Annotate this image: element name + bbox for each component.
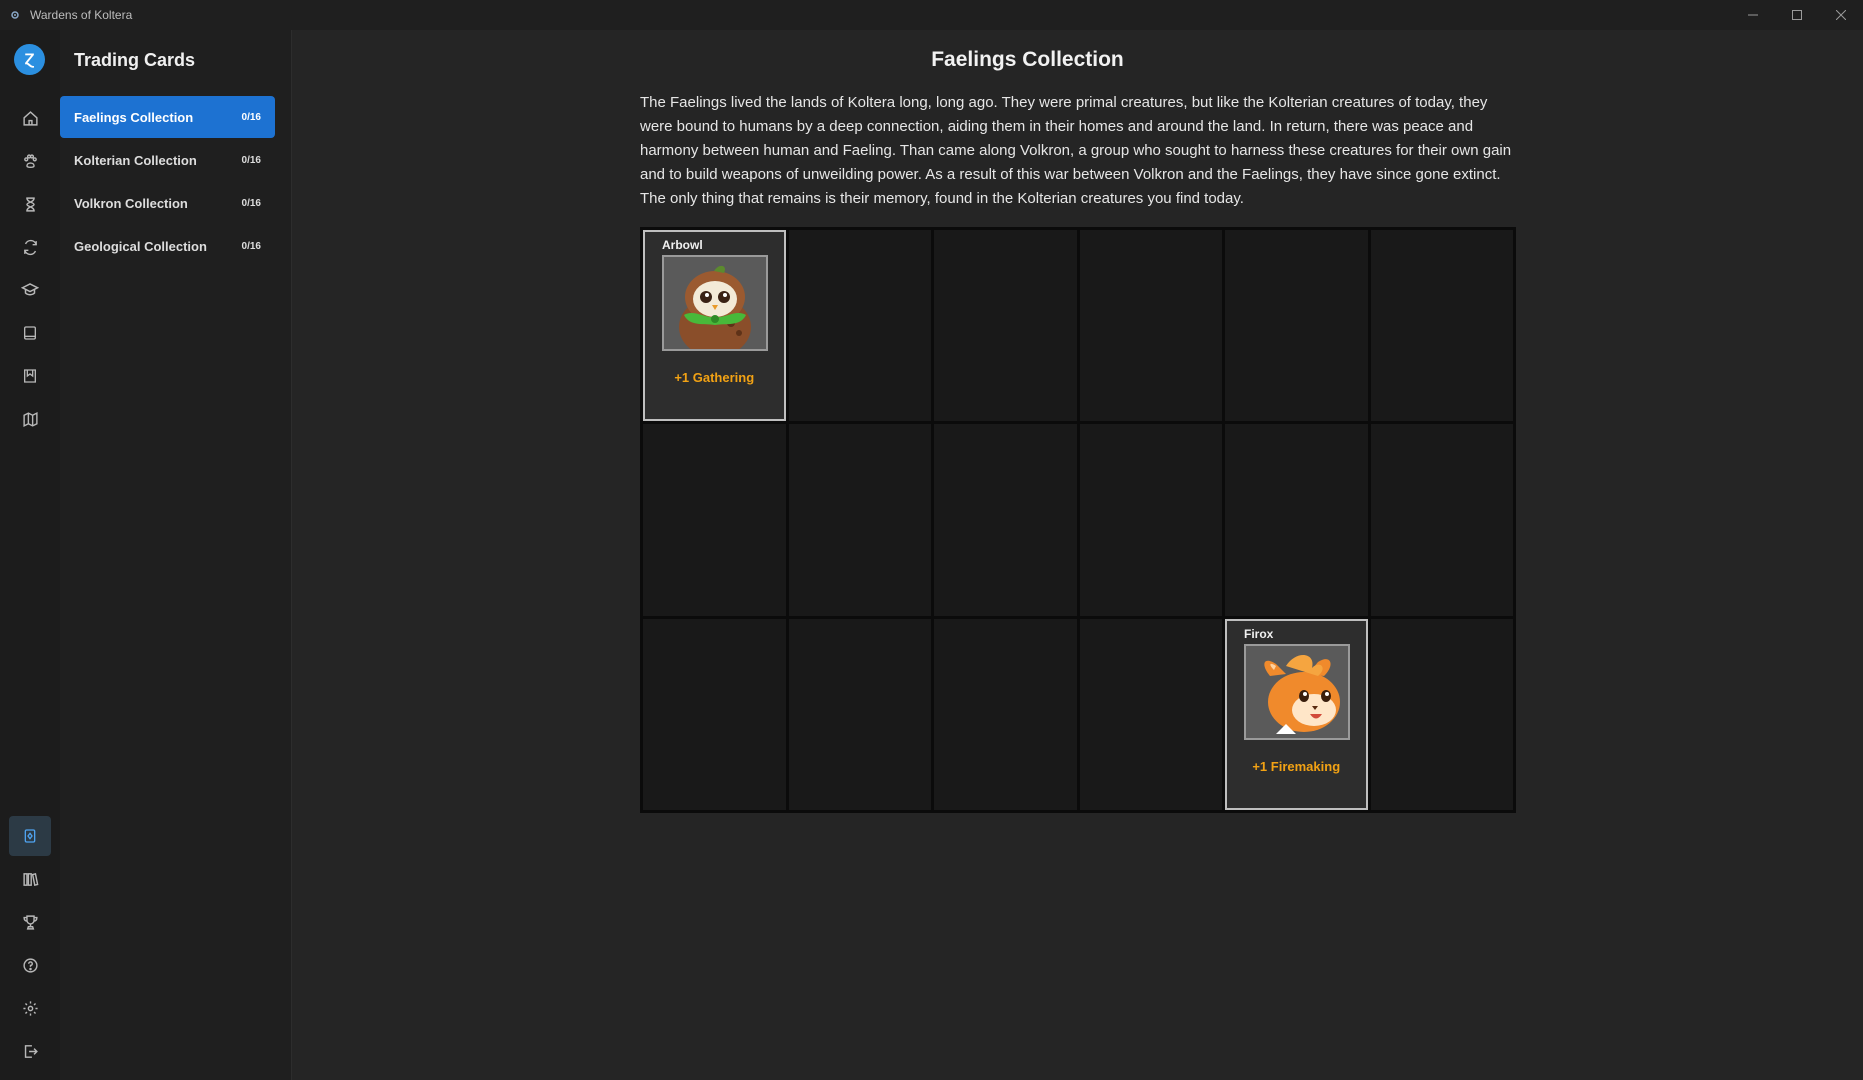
card-slot xyxy=(934,618,1077,810)
title-bar: Wardens of Koltera xyxy=(0,0,1863,30)
map-icon[interactable] xyxy=(9,399,51,439)
window-controls xyxy=(1731,0,1863,30)
collection-count: 0/16 xyxy=(241,197,261,209)
bookmark-book-icon[interactable] xyxy=(9,356,51,396)
minimize-icon[interactable] xyxy=(1731,0,1775,30)
sidebar-title: Trading Cards xyxy=(74,50,196,70)
collection-description: The Faelings lived the lands of Koltera … xyxy=(640,94,1512,207)
close-icon[interactable] xyxy=(1819,0,1863,30)
card-slot xyxy=(1225,230,1368,422)
library-icon[interactable] xyxy=(9,859,51,899)
sidebar-item-geological[interactable]: Geological Collection 0/16 xyxy=(60,225,275,267)
collection-count: 0/16 xyxy=(241,154,261,166)
collection-label: Faelings Collection xyxy=(74,109,194,125)
card-slot xyxy=(643,618,786,810)
app-logo[interactable]: Ɀ xyxy=(14,44,45,75)
sidebar-item-faelings[interactable]: Faelings Collection 0/16 xyxy=(60,96,275,138)
card-slot: Firox +1 Firemaking xyxy=(1225,618,1368,810)
app-window: Wardens of Koltera Ɀ Trading Cards Faeli… xyxy=(0,0,1863,1080)
icon-rail: Ɀ xyxy=(0,30,60,1080)
card-firox[interactable]: Firox +1 Firemaking xyxy=(1225,618,1368,810)
card-slot xyxy=(788,618,931,810)
collection-count: 0/16 xyxy=(241,240,261,252)
paw-icon[interactable] xyxy=(9,141,51,181)
graduation-cap-icon[interactable] xyxy=(9,270,51,310)
card-slot xyxy=(1079,424,1222,616)
fox-creature-art xyxy=(1244,643,1350,740)
collection-label: Geological Collection xyxy=(74,238,207,254)
hourglass-icon[interactable] xyxy=(9,184,51,224)
cards-icon[interactable] xyxy=(9,816,51,856)
card-slot xyxy=(1370,424,1513,616)
book-icon[interactable] xyxy=(9,313,51,353)
card-bonus: +1 Firemaking xyxy=(1252,758,1341,774)
card-grid: Arbowl +1 Gathering Firox +1 Firemaking xyxy=(640,227,1516,813)
card-slot xyxy=(788,230,931,422)
main-content: Faelings Collection The Faelings lived t… xyxy=(292,30,1863,1080)
logout-icon[interactable] xyxy=(9,1031,51,1071)
sidebar-item-kolterian[interactable]: Kolterian Collection 0/16 xyxy=(60,139,275,181)
help-icon[interactable] xyxy=(9,945,51,985)
card-bonus: +1 Gathering xyxy=(674,370,755,385)
card-slot xyxy=(1079,230,1222,422)
card-slot xyxy=(1370,230,1513,422)
owl-creature-art xyxy=(662,255,768,351)
maximize-icon[interactable] xyxy=(1775,0,1819,30)
card-arbowl[interactable]: Arbowl +1 Gathering xyxy=(643,230,786,422)
collection-count: 0/16 xyxy=(241,111,261,123)
card-slot xyxy=(1225,424,1368,616)
card-slot xyxy=(934,424,1077,616)
card-slot xyxy=(1370,618,1513,810)
window-title: Wardens of Koltera xyxy=(30,8,133,22)
collections-sidebar: Trading Cards Faelings Collection 0/16 K… xyxy=(60,30,292,1080)
collection-label: Volkron Collection xyxy=(74,195,188,211)
logo-glyph: Ɀ xyxy=(24,51,35,67)
gear-icon xyxy=(0,0,30,30)
card-slot: Arbowl +1 Gathering xyxy=(643,230,786,422)
card-slot xyxy=(934,230,1077,422)
card-slot xyxy=(1079,618,1222,810)
page-title: Faelings Collection xyxy=(931,48,1124,71)
settings-icon[interactable] xyxy=(9,988,51,1028)
card-name: Firox xyxy=(1244,626,1274,641)
collection-label: Kolterian Collection xyxy=(74,152,197,168)
sidebar-item-volkron[interactable]: Volkron Collection 0/16 xyxy=(60,182,275,224)
card-slot xyxy=(788,424,931,616)
refresh-icon[interactable] xyxy=(9,227,51,267)
card-name: Arbowl xyxy=(662,238,703,252)
trophy-icon[interactable] xyxy=(9,902,51,942)
card-slot xyxy=(643,424,786,616)
home-icon[interactable] xyxy=(9,98,51,138)
